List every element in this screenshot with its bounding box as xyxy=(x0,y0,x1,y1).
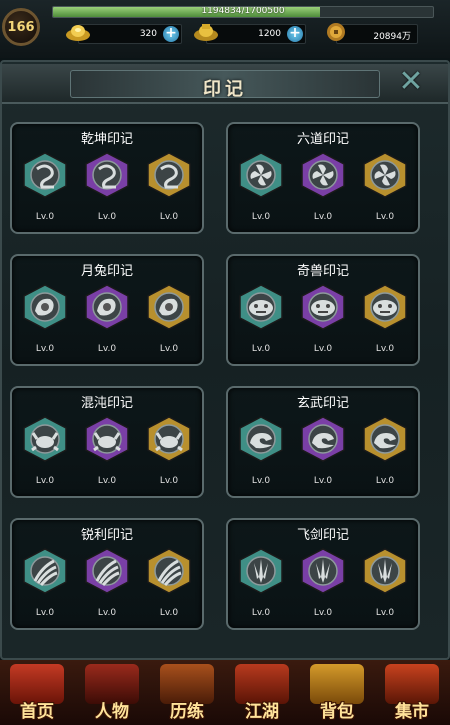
marks-panel: 印记 ✕ 乾坤印记 Lv.0 Lv.0 Lv.0 六道印记 Lv.0 Lv.0 Lv.0 月兔印… xyxy=(0,60,450,660)
mark-card-title: 月兔印记 xyxy=(80,264,133,279)
crab-mark-gold-icon[interactable] xyxy=(144,415,194,463)
mark-level: Lv.0 xyxy=(313,608,333,618)
mark-card: 玄武印记 Lv.0 Lv.0 Lv.0 xyxy=(226,386,420,498)
crab-mark-teal-icon[interactable] xyxy=(20,415,70,463)
mark-level: Lv.0 xyxy=(159,212,179,222)
mark-card: 锐利印记 Lv.0 Lv.0 Lv.0 xyxy=(10,518,204,630)
turtle-mark-gold-icon[interactable] xyxy=(360,415,410,463)
mark-card-title: 飞剑印记 xyxy=(296,528,349,543)
player-level-badge[interactable]: 166 xyxy=(2,8,40,46)
mark-card: 乾坤印记 Lv.0 Lv.0 Lv.0 xyxy=(10,122,204,234)
coin-icon xyxy=(327,23,345,41)
mark-card: 六道印记 Lv.0 Lv.0 Lv.0 xyxy=(226,122,420,234)
add-silver-ingot-button[interactable]: + xyxy=(287,26,303,42)
coin-counter: 20894万 xyxy=(327,23,418,44)
nav-home[interactable]: 首页 xyxy=(0,662,74,724)
silver-ingot-counter: 1200 + xyxy=(194,24,306,44)
mark-card-title: 奇兽印记 xyxy=(296,264,349,279)
mark-level: Lv.0 xyxy=(313,476,333,486)
mark-level: Lv.0 xyxy=(35,212,55,222)
close-icon: ✕ xyxy=(398,64,424,99)
mark-level: Lv.0 xyxy=(375,608,395,618)
mark-level: Lv.0 xyxy=(159,608,179,618)
mark-level: Lv.0 xyxy=(159,476,179,486)
nav-bag[interactable]: 背包 xyxy=(300,662,374,724)
crab-mark-purple-icon[interactable] xyxy=(82,415,132,463)
experience-bar: 1194834/1700500 xyxy=(52,6,434,18)
beast-mark-purple-icon[interactable] xyxy=(298,283,348,331)
pinwheel-mark-teal-icon[interactable] xyxy=(236,151,286,199)
player-level: 166 xyxy=(7,19,35,35)
mark-level: Lv.0 xyxy=(251,476,271,486)
mark-level: Lv.0 xyxy=(97,476,117,486)
mark-level: Lv.0 xyxy=(97,212,117,222)
title-plate: 印记 xyxy=(70,70,380,100)
swirl-mark-purple-icon[interactable] xyxy=(82,151,132,199)
sword-mark-teal-icon[interactable] xyxy=(236,547,286,595)
nav-character[interactable]: 人物 xyxy=(75,662,149,724)
claw-mark-gold-icon[interactable] xyxy=(144,547,194,595)
rabbit-mark-teal-icon[interactable] xyxy=(20,283,70,331)
mark-level: Lv.0 xyxy=(97,344,117,354)
mark-level: Lv.0 xyxy=(375,212,395,222)
sword-mark-purple-icon[interactable] xyxy=(298,547,348,595)
experience-text: 1194834/1700500 xyxy=(201,6,285,16)
nav-bag-label: 背包 xyxy=(320,702,354,722)
mark-card-title: 玄武印记 xyxy=(296,396,349,411)
claw-mark-purple-icon[interactable] xyxy=(82,547,132,595)
mark-level: Lv.0 xyxy=(35,476,55,486)
beast-mark-teal-icon[interactable] xyxy=(236,283,286,331)
bottom-nav: 首页 人物 历练 江湖 背包 集市 xyxy=(0,660,450,725)
mark-card: 奇兽印记 Lv.0 Lv.0 Lv.0 xyxy=(226,254,420,366)
close-button[interactable]: ✕ xyxy=(396,67,426,98)
gold-ingot-value: 320 xyxy=(139,29,157,39)
mark-card: 月兔印记 Lv.0 Lv.0 Lv.0 xyxy=(10,254,204,366)
claw-mark-teal-icon[interactable] xyxy=(20,547,70,595)
add-gold-ingot-button[interactable]: + xyxy=(163,26,179,42)
nav-character-label: 人物 xyxy=(95,702,129,722)
mark-level: Lv.0 xyxy=(375,476,395,486)
pinwheel-mark-gold-icon[interactable] xyxy=(360,151,410,199)
mark-level: Lv.0 xyxy=(35,608,55,618)
gold-ingot-icon xyxy=(66,25,90,41)
pinwheel-mark-purple-icon[interactable] xyxy=(298,151,348,199)
gold-ingot-counter: 320 + xyxy=(66,24,182,44)
swirl-mark-gold-icon[interactable] xyxy=(144,151,194,199)
turtle-mark-purple-icon[interactable] xyxy=(298,415,348,463)
coin-value: 20894万 xyxy=(373,32,411,42)
nav-market[interactable]: 集市 xyxy=(375,662,449,724)
mark-level: Lv.0 xyxy=(251,344,271,354)
beast-mark-gold-icon[interactable] xyxy=(360,283,410,331)
nav-training[interactable]: 历练 xyxy=(150,662,224,724)
nav-jianghu-label: 江湖 xyxy=(245,702,279,722)
nav-jianghu[interactable]: 江湖 xyxy=(225,662,299,724)
panel-header: 印记 ✕ xyxy=(2,64,448,104)
mark-card-title: 乾坤印记 xyxy=(80,132,133,147)
mark-level: Lv.0 xyxy=(159,344,179,354)
mark-level: Lv.0 xyxy=(35,344,55,354)
mark-card-title: 混沌印记 xyxy=(80,396,133,411)
nav-training-label: 历练 xyxy=(170,702,204,722)
rabbit-mark-gold-icon[interactable] xyxy=(144,283,194,331)
mark-card: 飞剑印记 Lv.0 Lv.0 Lv.0 xyxy=(226,518,420,630)
mark-level: Lv.0 xyxy=(313,212,333,222)
status-bar: 166 1194834/1700500 320 + 1200 + 20894万 xyxy=(0,0,450,58)
mark-level: Lv.0 xyxy=(375,344,395,354)
turtle-mark-teal-icon[interactable] xyxy=(236,415,286,463)
silver-ingot-icon xyxy=(194,24,218,41)
panel-title: 印记 xyxy=(203,79,247,100)
mark-card-title: 锐利印记 xyxy=(80,528,133,543)
swirl-mark-teal-icon[interactable] xyxy=(20,151,70,199)
rabbit-mark-purple-icon[interactable] xyxy=(82,283,132,331)
mark-card-title: 六道印记 xyxy=(296,132,349,147)
sword-mark-gold-icon[interactable] xyxy=(360,547,410,595)
mark-level: Lv.0 xyxy=(313,344,333,354)
mark-level: Lv.0 xyxy=(97,608,117,618)
nav-home-label: 首页 xyxy=(20,702,54,722)
mark-level: Lv.0 xyxy=(251,212,271,222)
silver-ingot-value: 1200 xyxy=(258,29,281,39)
mark-card: 混沌印记 Lv.0 Lv.0 Lv.0 xyxy=(10,386,204,498)
nav-market-label: 集市 xyxy=(395,702,429,722)
mark-level: Lv.0 xyxy=(251,608,271,618)
